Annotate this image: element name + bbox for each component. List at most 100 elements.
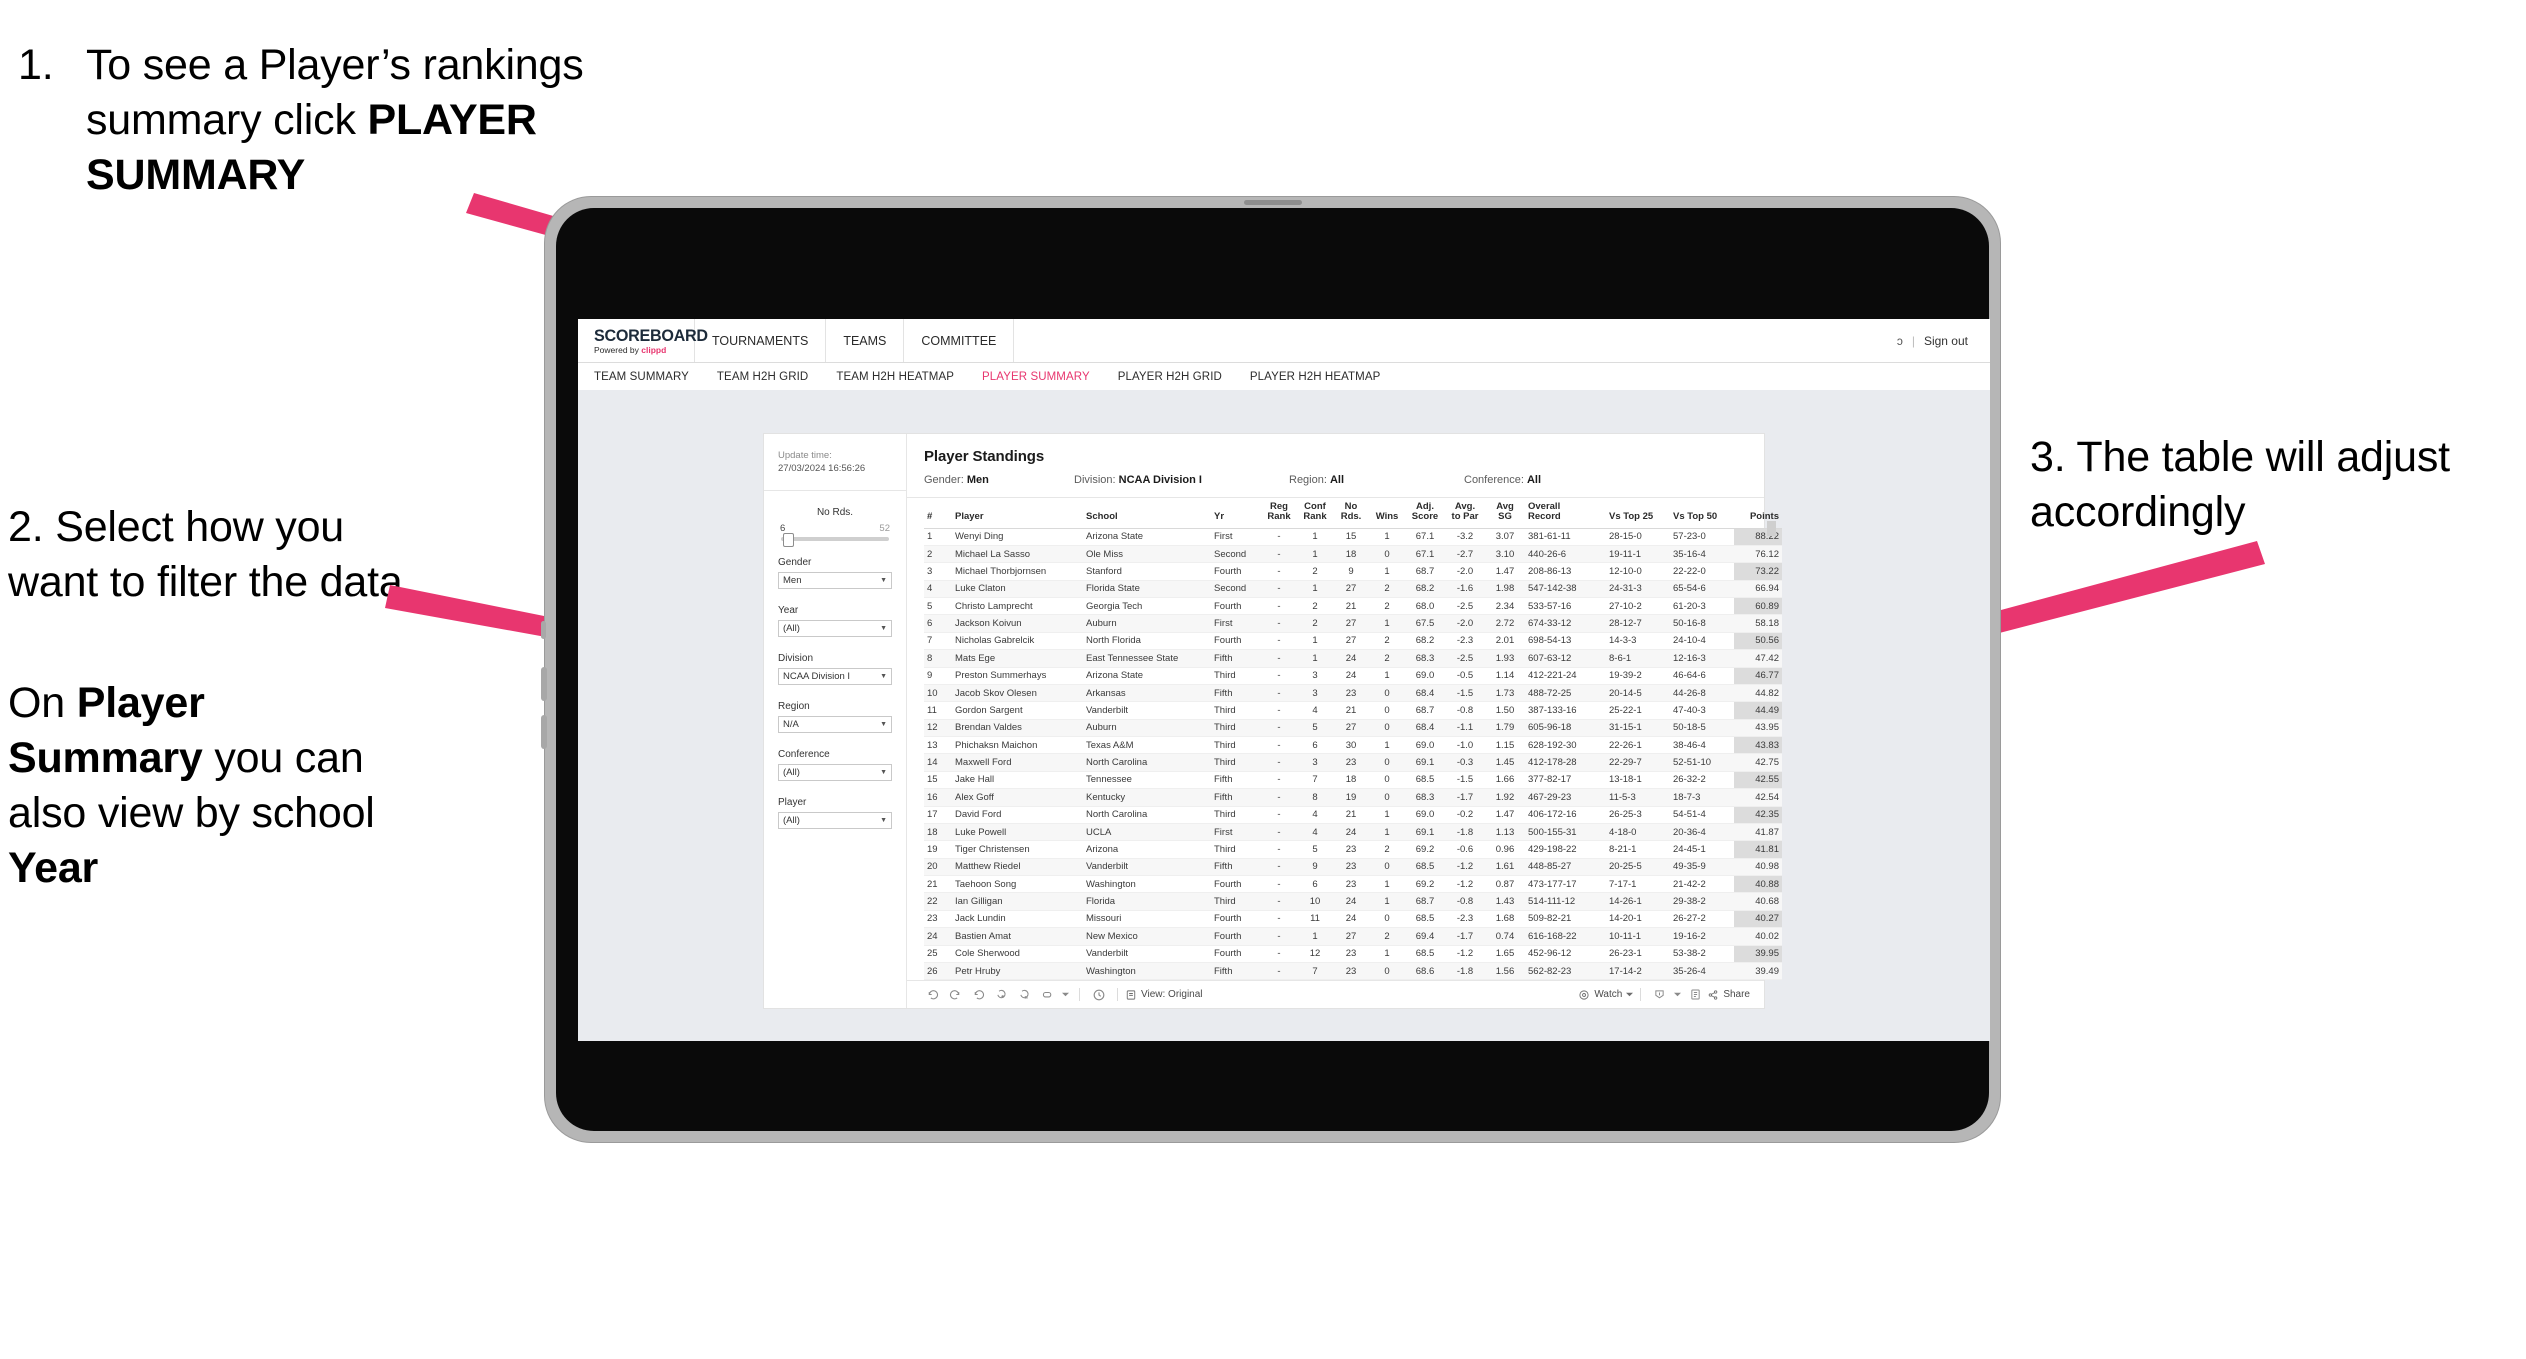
table-cell: 50-16-8 bbox=[1670, 614, 1734, 633]
table-cell: 26-23-1 bbox=[1606, 945, 1670, 963]
table-row[interactable]: 21 Taehoon Song Washington Fourth -6 23 1 69.2-… bbox=[924, 875, 1782, 894]
table-row[interactable]: 11 Gordon Sargent Vanderbilt Third -4 21 0 68.7… bbox=[924, 701, 1782, 720]
table-row[interactable]: 10 Jacob Skov Olesen Arkansas Fifth -3 23 0 68.… bbox=[924, 684, 1782, 703]
watch-button[interactable]: Watch bbox=[1578, 989, 1634, 1001]
table-row[interactable]: 23 Jack Lundin Missouri Fourth -11 24 0 68.5 -2.… bbox=[924, 910, 1782, 929]
table-row[interactable]: 25 Cole Sherwood Vanderbilt Fourth -12 23 1 68.… bbox=[924, 945, 1782, 963]
table-cell: 8 bbox=[924, 649, 952, 668]
filter-year-select[interactable]: (All) ▼ bbox=[778, 619, 892, 637]
column-header[interactable]: Yr bbox=[1211, 498, 1261, 529]
table-row[interactable]: 26 Petr Hruby Washington Fifth -7 23 0 68.6 -1.8… bbox=[924, 962, 1782, 981]
table-row[interactable]: 5 Christo Lamprecht Georgia Tech Fourth -2 21… bbox=[924, 597, 1782, 616]
table-row[interactable]: 18 Luke Powell UCLA First -4 24 1 69.1 -1.8 1.13 5… bbox=[924, 823, 1782, 842]
table-cell: 4 bbox=[1297, 806, 1333, 824]
download-icon[interactable] bbox=[1648, 986, 1671, 1004]
cell-points: 66.94 bbox=[1734, 580, 1782, 599]
no-rounds-slider-track[interactable] bbox=[781, 532, 889, 547]
table-scrollbar[interactable] bbox=[1767, 521, 1776, 536]
column-header[interactable]: Vs Top 25 bbox=[1606, 498, 1670, 529]
tab-player-h2h-heatmap[interactable]: PLAYER H2H HEATMAP bbox=[1250, 371, 1397, 383]
table-row[interactable]: 20 Matthew Riedel Vanderbilt Fifth -9 23 0 68.5… bbox=[924, 858, 1782, 877]
table-cell: 1.73 bbox=[1485, 684, 1525, 703]
table-cell: Stanford bbox=[1083, 562, 1211, 581]
table-row[interactable]: 16 Alex Goff Kentucky Fifth -8 19 0 68.3 -1.7 1.9… bbox=[924, 788, 1782, 807]
player-standings-table: # Player School Yr Reg Rank Conf Rank No Rds. Wins… bbox=[924, 498, 1782, 981]
column-header[interactable]: Adj. Score bbox=[1405, 498, 1445, 529]
no-rounds-slider-thumb[interactable] bbox=[783, 532, 794, 547]
table-cell: -0.8 bbox=[1445, 892, 1485, 911]
sign-out-link[interactable]: Sign out bbox=[1924, 334, 1968, 348]
filter-conference-select[interactable]: (All) ▼ bbox=[778, 763, 892, 781]
viz-container: Update time: 27/03/2024 16:56:26 No Rds.… bbox=[764, 434, 1782, 1009]
table-cell: - bbox=[1261, 753, 1297, 772]
table-cell: 1 bbox=[1369, 614, 1405, 633]
table-cell: 2.72 bbox=[1485, 614, 1525, 633]
table-row[interactable]: 6 Jackson Koivun Auburn First -2 27 1 67.5 -2.0 2… bbox=[924, 614, 1782, 633]
table-row[interactable]: 2 Michael La Sasso Ole Miss Second -1 18 0 67.1… bbox=[924, 545, 1782, 564]
table-row[interactable]: 24 Bastien Amat New Mexico Fourth -1 27 2 69.4-… bbox=[924, 927, 1782, 946]
nav-item-tournaments[interactable]: TOURNAMENTS bbox=[695, 319, 827, 362]
table-row[interactable]: 14 Maxwell Ford North Carolina Third -3 23 0 69… bbox=[924, 753, 1782, 772]
tab-team-h2h-grid[interactable]: TEAM H2H GRID bbox=[717, 371, 825, 383]
tab-player-summary[interactable]: PLAYER SUMMARY bbox=[982, 371, 1107, 383]
table-cell: - bbox=[1261, 858, 1297, 877]
column-header[interactable]: Overall Record bbox=[1525, 498, 1606, 529]
nav-item-teams[interactable]: TEAMS bbox=[826, 319, 905, 362]
refresh-icon[interactable] bbox=[990, 986, 1013, 1004]
table-row[interactable]: 22 Ian Gilligan Florida Third -10 24 1 68.7 -0.8… bbox=[924, 892, 1782, 911]
table-cell: UCLA bbox=[1083, 823, 1211, 842]
table-cell: 1 bbox=[1369, 892, 1405, 911]
filter-gender-select[interactable]: Men ▼ bbox=[778, 571, 892, 589]
table-cell: 69.4 bbox=[1405, 927, 1445, 946]
table-cell: -1.5 bbox=[1445, 771, 1485, 790]
table-row[interactable]: 1 Wenyi Ding Arizona State First -1 15 1 67.1 -3… bbox=[924, 528, 1782, 546]
history-icon[interactable] bbox=[1087, 986, 1110, 1004]
cell-points: 39.95 bbox=[1734, 945, 1782, 963]
fullscreen-icon[interactable] bbox=[1684, 986, 1707, 1004]
filter-player-select[interactable]: (All) ▼ bbox=[778, 811, 892, 829]
table-row[interactable]: 3 Michael Thorbjornsen Stanford Fourth -2 9 1 6… bbox=[924, 562, 1782, 581]
column-header[interactable]: Avg. to Par bbox=[1445, 498, 1485, 529]
app-logo[interactable]: SCOREBOARD Powered by clippd bbox=[578, 319, 708, 362]
tab-team-h2h-heatmap[interactable]: TEAM H2H HEATMAP bbox=[836, 371, 971, 383]
table-row[interactable]: 4 Luke Claton Florida State Second -1 27 2 68.2… bbox=[924, 580, 1782, 599]
tab-player-h2h-grid[interactable]: PLAYER H2H GRID bbox=[1118, 371, 1239, 383]
table-cell: 17 bbox=[924, 806, 952, 824]
table-row[interactable]: 19 Tiger Christensen Arizona Third -5 23 2 69.2… bbox=[924, 840, 1782, 859]
table-cell: Jack Lundin bbox=[952, 910, 1083, 929]
column-header[interactable]: School bbox=[1083, 498, 1211, 529]
table-row[interactable]: 12 Brendan Valdes Auburn Third -5 27 0 68.4 -1.1… bbox=[924, 719, 1782, 738]
column-header[interactable]: Avg SG bbox=[1485, 498, 1525, 529]
redo-icon[interactable] bbox=[944, 986, 967, 1004]
table-row[interactable]: 15 Jake Hall Tennessee Fifth -7 18 0 68.5 -1.5 1.… bbox=[924, 771, 1782, 790]
table-row[interactable]: 8 Mats Ege East Tennessee State Fifth -1 24 2 6… bbox=[924, 649, 1782, 668]
column-header[interactable]: No Rds. bbox=[1333, 498, 1369, 529]
revert-icon[interactable] bbox=[967, 986, 990, 1004]
table-row[interactable]: 17 David Ford North Carolina Third -4 21 1 69.0… bbox=[924, 806, 1782, 824]
table-row[interactable]: 13 Phichaksn Maichon Texas A&M Third -6 30 1 69… bbox=[924, 736, 1782, 755]
view-original-button[interactable]: View: Original bbox=[1125, 989, 1203, 1001]
zoom-mode-dropdown-icon[interactable] bbox=[1059, 986, 1072, 1004]
table-row[interactable]: 9 Preston Summerhays Arizona State Third -3 2… bbox=[924, 667, 1782, 685]
share-button[interactable]: Share bbox=[1707, 989, 1750, 1001]
chevron-down-icon: ▼ bbox=[880, 768, 887, 776]
column-header[interactable]: Vs Top 50 bbox=[1670, 498, 1734, 529]
filter-region-select[interactable]: N/A ▼ bbox=[778, 715, 892, 733]
undo-icon[interactable] bbox=[921, 986, 944, 1004]
update-time-label: Update time: bbox=[778, 450, 832, 461]
table-cell: 20-14-5 bbox=[1606, 684, 1670, 703]
column-header[interactable]: Reg Rank bbox=[1261, 498, 1297, 529]
column-header[interactable]: Wins bbox=[1369, 498, 1405, 529]
column-header[interactable]: # bbox=[924, 498, 952, 529]
cell-points: 44.82 bbox=[1734, 684, 1782, 703]
filter-division-select[interactable]: NCAA Division I ▼ bbox=[778, 667, 892, 685]
nav-item-committee[interactable]: COMMITTEE bbox=[904, 319, 1015, 362]
column-header[interactable]: Player bbox=[952, 498, 1083, 529]
pause-refresh-icon[interactable] bbox=[1013, 986, 1036, 1004]
tab-team-summary[interactable]: TEAM SUMMARY bbox=[594, 371, 706, 383]
table-row[interactable]: 7 Nicholas Gabrelcik North Florida Fourth -1… bbox=[924, 632, 1782, 651]
column-header[interactable]: Conf Rank bbox=[1297, 498, 1333, 529]
zoom-mode-icon[interactable] bbox=[1036, 986, 1059, 1004]
download-dropdown-icon[interactable] bbox=[1671, 986, 1684, 1004]
table-cell: 13-18-1 bbox=[1606, 771, 1670, 790]
